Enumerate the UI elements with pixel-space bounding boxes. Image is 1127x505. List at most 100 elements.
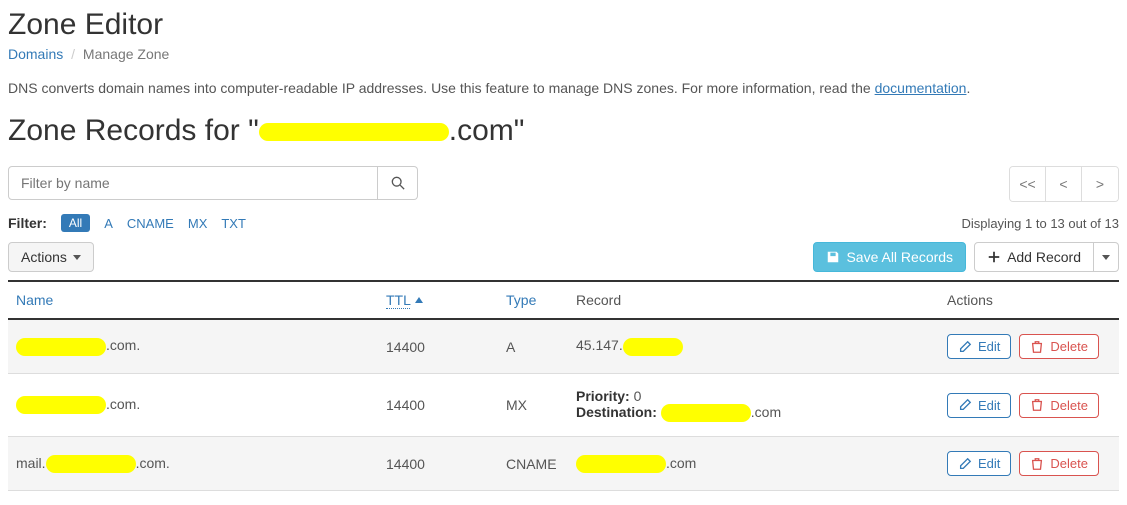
cell-actions: Edit Delete bbox=[939, 437, 1119, 491]
breadcrumb-root[interactable]: Domains bbox=[8, 46, 63, 62]
name-suffix: .com. bbox=[136, 455, 170, 471]
table-row: .com. 14400 MX Priority: 0 Destination: … bbox=[8, 374, 1119, 437]
redacted-domain bbox=[259, 123, 449, 141]
pencil-icon bbox=[958, 340, 972, 354]
record-suffix: .com bbox=[666, 455, 696, 471]
redacted-record bbox=[623, 338, 683, 356]
filter-bar: Filter: All A CNAME MX TXT bbox=[8, 214, 246, 232]
delete-label: Delete bbox=[1050, 456, 1088, 471]
search-button[interactable] bbox=[378, 166, 418, 200]
filter-label: Filter: bbox=[8, 215, 47, 231]
pager-first[interactable]: << bbox=[1010, 167, 1046, 201]
cell-ttl: 14400 bbox=[378, 437, 498, 491]
add-record-group: Add Record bbox=[974, 242, 1119, 272]
col-record: Record bbox=[568, 281, 939, 319]
cell-record: 45.147. bbox=[568, 319, 939, 374]
add-record-label: Add Record bbox=[1007, 249, 1081, 265]
col-ttl-label: TTL bbox=[386, 292, 410, 309]
caret-down-icon bbox=[1102, 255, 1110, 260]
trash-icon bbox=[1030, 457, 1044, 471]
redacted-destination bbox=[661, 404, 751, 422]
delete-button[interactable]: Delete bbox=[1019, 334, 1099, 359]
destination-label: Destination: bbox=[576, 404, 657, 420]
save-all-button[interactable]: Save All Records bbox=[813, 242, 966, 272]
edit-label: Edit bbox=[978, 456, 1000, 471]
pager-prev[interactable]: < bbox=[1046, 167, 1082, 201]
trash-icon bbox=[1030, 398, 1044, 412]
table-row: .com. 14400 A 45.147. Edit Del bbox=[8, 319, 1119, 374]
delete-button[interactable]: Delete bbox=[1019, 451, 1099, 476]
edit-label: Edit bbox=[978, 398, 1000, 413]
col-name[interactable]: Name bbox=[8, 281, 378, 319]
documentation-link[interactable]: documentation bbox=[875, 80, 967, 96]
section-title-prefix: Zone Records for " bbox=[8, 114, 259, 147]
name-suffix: .com. bbox=[106, 337, 140, 353]
section-title: Zone Records for " .com" bbox=[8, 114, 1119, 148]
actions-label: Actions bbox=[21, 249, 67, 265]
filter-all[interactable]: All bbox=[61, 214, 90, 232]
table-row: mail. .com. 14400 CNAME .com Edit bbox=[8, 437, 1119, 491]
records-table: Name TTL Type Record Actions .com. 14400… bbox=[8, 280, 1119, 491]
breadcrumb-sep: / bbox=[67, 46, 79, 62]
record-count-status: Displaying 1 to 13 out of 13 bbox=[961, 216, 1119, 231]
edit-button[interactable]: Edit bbox=[947, 451, 1011, 476]
cell-ttl: 14400 bbox=[378, 374, 498, 437]
filter-txt[interactable]: TXT bbox=[221, 216, 246, 231]
save-icon bbox=[826, 250, 840, 264]
actions-dropdown[interactable]: Actions bbox=[8, 242, 94, 272]
delete-label: Delete bbox=[1050, 398, 1088, 413]
cell-type: A bbox=[498, 319, 568, 374]
col-type[interactable]: Type bbox=[498, 281, 568, 319]
trash-icon bbox=[1030, 340, 1044, 354]
caret-down-icon bbox=[73, 255, 81, 260]
filter-input[interactable] bbox=[8, 166, 378, 200]
redacted-record bbox=[576, 455, 666, 473]
sort-asc-icon bbox=[414, 295, 424, 305]
pencil-icon bbox=[958, 398, 972, 412]
cell-ttl: 14400 bbox=[378, 319, 498, 374]
intro-suffix: . bbox=[966, 80, 970, 96]
section-title-domain-suffix: .com bbox=[449, 114, 514, 147]
add-record-button[interactable]: Add Record bbox=[974, 242, 1094, 272]
page-title: Zone Editor bbox=[8, 8, 1119, 42]
plus-icon bbox=[987, 250, 1001, 264]
pager: << < > bbox=[1009, 166, 1119, 202]
record-prefix: 45.147. bbox=[576, 337, 623, 353]
intro-text: DNS converts domain names into computer-… bbox=[8, 80, 1119, 96]
delete-label: Delete bbox=[1050, 339, 1088, 354]
filter-mx[interactable]: MX bbox=[188, 216, 208, 231]
delete-button[interactable]: Delete bbox=[1019, 393, 1099, 418]
redacted-name bbox=[16, 338, 106, 356]
redacted-name bbox=[16, 396, 106, 414]
cell-actions: Edit Delete bbox=[939, 319, 1119, 374]
cell-actions: Edit Delete bbox=[939, 374, 1119, 437]
search-icon bbox=[391, 176, 405, 190]
filter-a[interactable]: A bbox=[104, 216, 113, 231]
name-prefix: mail. bbox=[16, 455, 46, 471]
cell-record: Priority: 0 Destination: .com bbox=[568, 374, 939, 437]
pager-next[interactable]: > bbox=[1082, 167, 1118, 201]
edit-button[interactable]: Edit bbox=[947, 393, 1011, 418]
col-ttl[interactable]: TTL bbox=[378, 281, 498, 319]
cell-type: CNAME bbox=[498, 437, 568, 491]
breadcrumb: Domains / Manage Zone bbox=[8, 46, 1119, 62]
add-record-dropdown[interactable] bbox=[1094, 242, 1119, 272]
cell-name: .com. bbox=[8, 319, 378, 374]
breadcrumb-current: Manage Zone bbox=[83, 46, 169, 62]
cell-type: MX bbox=[498, 374, 568, 437]
redacted-name bbox=[46, 455, 136, 473]
name-suffix: .com. bbox=[106, 396, 140, 412]
intro-body: DNS converts domain names into computer-… bbox=[8, 80, 875, 96]
edit-label: Edit bbox=[978, 339, 1000, 354]
edit-button[interactable]: Edit bbox=[947, 334, 1011, 359]
save-all-label: Save All Records bbox=[846, 249, 953, 265]
cell-name: mail. .com. bbox=[8, 437, 378, 491]
cell-record: .com bbox=[568, 437, 939, 491]
filter-cname[interactable]: CNAME bbox=[127, 216, 174, 231]
col-actions: Actions bbox=[939, 281, 1119, 319]
destination-suffix: .com bbox=[751, 404, 781, 420]
section-title-suffix: " bbox=[514, 114, 525, 147]
search-group bbox=[8, 166, 418, 200]
cell-name: .com. bbox=[8, 374, 378, 437]
pencil-icon bbox=[958, 457, 972, 471]
